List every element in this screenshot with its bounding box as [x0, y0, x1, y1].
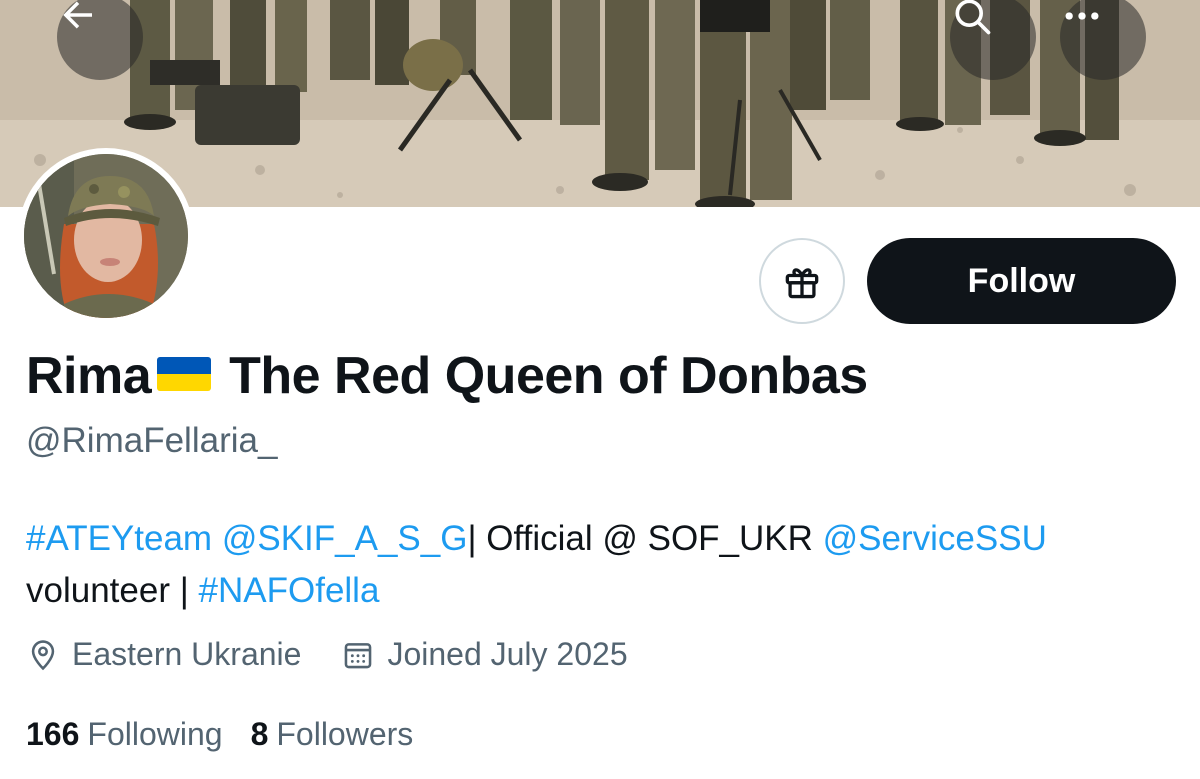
joined-item: Joined July 2025: [341, 636, 628, 673]
display-name-first: Rima: [26, 347, 152, 405]
profile-page: Follow Rima The Red Queen of Donbas @Rim…: [0, 0, 1200, 779]
avatar[interactable]: [18, 148, 194, 324]
profile-meta: Eastern Ukranie Joined July 2025: [26, 636, 628, 673]
joined-text: Joined July 2025: [387, 636, 628, 672]
following-label: Following: [87, 716, 223, 752]
profile-bio: #ATEYteam @SKIF_A_S_G| Official @ SOF_UK…: [26, 513, 1176, 617]
location-text: Eastern Ukranie: [72, 636, 302, 672]
profile-banner[interactable]: [0, 0, 1200, 207]
arrow-left-icon: [63, 1, 92, 29]
calendar-icon: [345, 642, 372, 668]
bio-mention-skif[interactable]: @SKIF_A_S_G: [222, 519, 468, 558]
user-handle: @RimaFellaria_: [26, 421, 278, 460]
avatar-photo: [24, 154, 188, 318]
followers-count: 8: [250, 716, 269, 752]
ukraine-flag-icon: [157, 356, 212, 396]
bio-text-official: | Official @ SOF_UKR: [467, 519, 823, 558]
gift-button[interactable]: [759, 238, 845, 324]
bio-hashtag-nafofella[interactable]: #NAFOfella: [199, 571, 380, 610]
location-item: Eastern Ukranie: [26, 636, 301, 673]
following-link[interactable]: 166 Following: [26, 716, 223, 753]
more-horizontal-icon: [1065, 12, 1099, 20]
location-pin-icon: [31, 639, 55, 670]
display-name-rest: The Red Queen of Donbas: [229, 347, 868, 405]
gift-icon: [785, 268, 819, 299]
followers-link[interactable]: 8 Followers: [251, 716, 414, 753]
followers-label: Followers: [276, 716, 414, 752]
display-name: Rima The Red Queen of Donbas: [26, 346, 868, 406]
follow-button[interactable]: Follow: [867, 238, 1176, 324]
search-icon: [955, 0, 991, 35]
bio-hashtag-ateyteam[interactable]: #ATEYteam: [26, 519, 212, 558]
follow-stats: 166 Following 8 Followers: [26, 716, 413, 753]
bio-mention-servicessu[interactable]: @ServiceSSU: [823, 519, 1047, 558]
bio-text-volunteer: volunteer |: [26, 571, 199, 610]
following-count: 166: [26, 716, 80, 752]
bio-space: [212, 519, 222, 558]
